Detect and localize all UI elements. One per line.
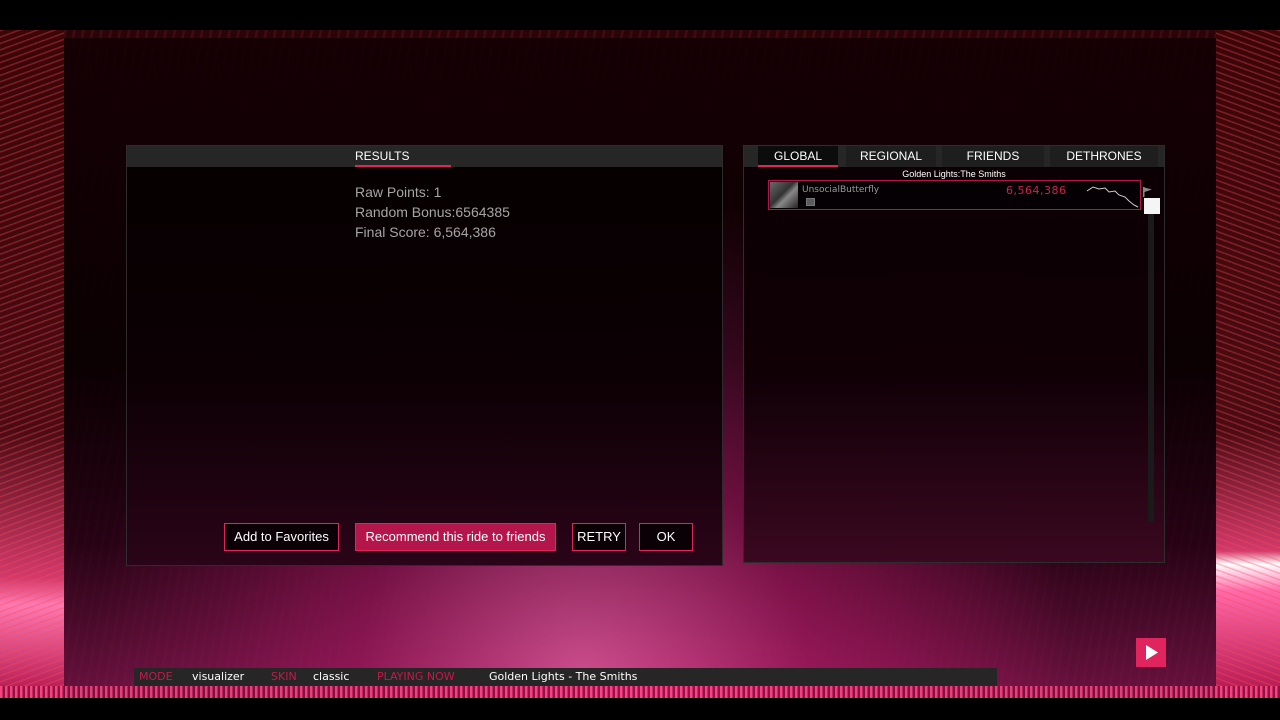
flag-icon[interactable] xyxy=(1143,187,1153,197)
ok-button[interactable]: OK xyxy=(639,523,693,551)
play-arrow-icon xyxy=(1146,645,1158,660)
playing-now-label: PLAYING NOW xyxy=(377,670,455,683)
bottom-light-strip xyxy=(0,686,1280,698)
player-score: 6,564,386 xyxy=(1006,184,1067,197)
add-to-favorites-button[interactable]: Add to Favorites xyxy=(224,523,339,551)
skin-value: classic xyxy=(313,670,350,683)
retry-button[interactable]: RETRY xyxy=(572,523,626,551)
skin-label: SKIN xyxy=(271,670,297,683)
mode-value: visualizer xyxy=(192,670,245,683)
leaderboard-song-title: Golden Lights:The Smiths xyxy=(902,169,1006,179)
tab-results-label: RESULTS xyxy=(355,149,410,163)
scrollbar-track[interactable] xyxy=(1148,202,1154,522)
recommend-ride-button[interactable]: Recommend this ride to friends xyxy=(355,523,556,551)
badge-icon xyxy=(806,198,815,206)
results-panel: RESULTS Raw Points: 1 Random Bonus:65643… xyxy=(126,145,723,566)
background-right-lights xyxy=(1216,30,1280,698)
score-summary: Raw Points: 1 Random Bonus:6564385 Final… xyxy=(355,182,510,242)
status-bar: MODE visualizer SKIN classic PLAYING NOW… xyxy=(134,668,997,686)
player-name: UnsocialButterfly xyxy=(802,185,880,195)
leaderboard-row[interactable]: UnsocialButterfly 6,564,386 xyxy=(768,180,1141,210)
avatar xyxy=(770,182,798,208)
tab-regional[interactable]: REGIONAL xyxy=(846,146,936,167)
tab-friends[interactable]: FRIENDS xyxy=(942,146,1044,167)
results-header: RESULTS xyxy=(127,146,722,167)
leaderboard-panel: GLOBAL REGIONAL FRIENDS DETHRONES Golden… xyxy=(743,145,1165,563)
scrollbar-thumb[interactable] xyxy=(1144,198,1160,214)
tab-dethrones[interactable]: DETHRONES xyxy=(1050,146,1158,167)
final-score: Final Score: 6,564,386 xyxy=(355,224,496,240)
mode-label: MODE xyxy=(139,670,173,683)
random-bonus: Random Bonus:6564385 xyxy=(355,204,510,220)
background-left-lights xyxy=(0,30,64,698)
playing-now-value: Golden Lights - The Smiths xyxy=(489,670,638,683)
tab-results[interactable]: RESULTS xyxy=(355,149,451,167)
raw-points: Raw Points: 1 xyxy=(355,184,442,200)
next-button[interactable] xyxy=(1136,638,1166,667)
tab-global[interactable]: GLOBAL xyxy=(758,146,838,167)
leaderboard-tabs: GLOBAL REGIONAL FRIENDS DETHRONES xyxy=(744,146,1164,167)
score-graph-icon xyxy=(1087,186,1139,208)
